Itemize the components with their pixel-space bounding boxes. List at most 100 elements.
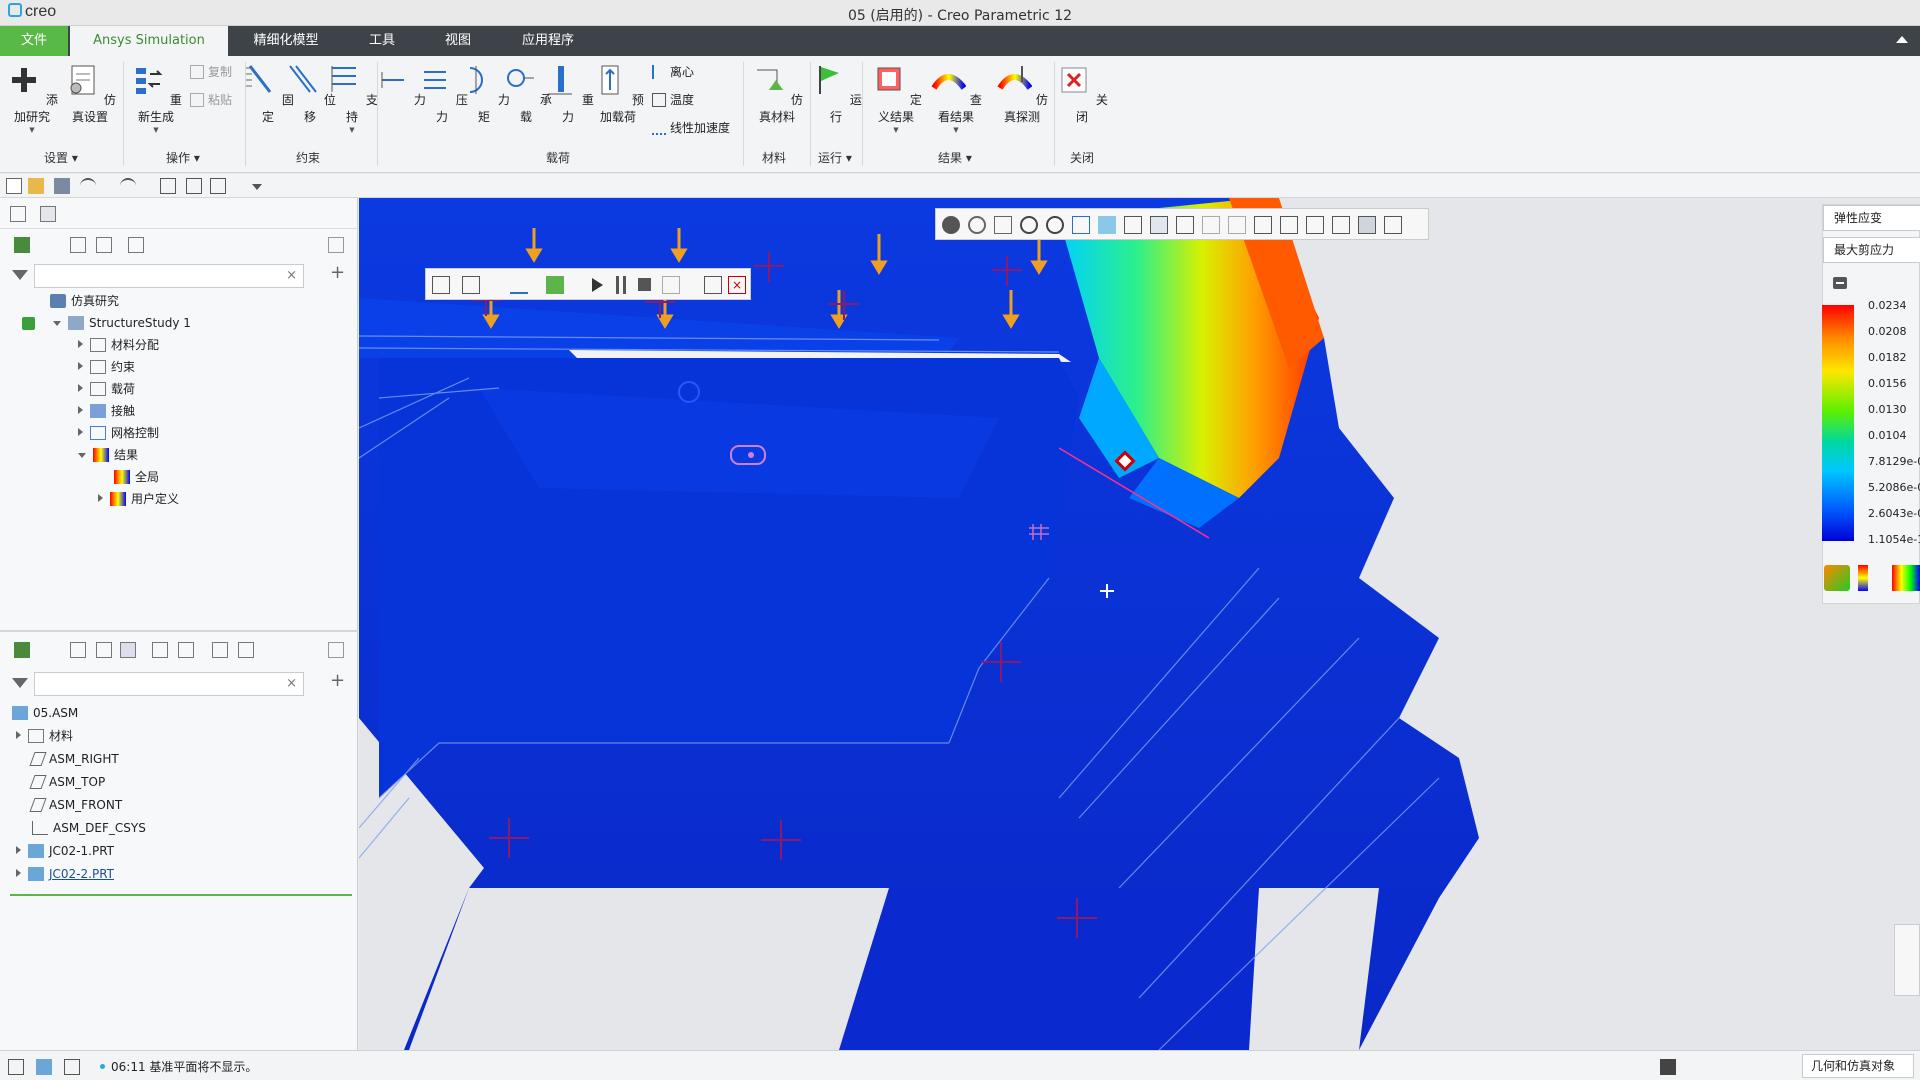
tree-result-user-defined[interactable]: 用户定义 <box>98 488 179 510</box>
tree-asm-top[interactable]: ASM_TOP <box>29 771 105 793</box>
settings-icon[interactable] <box>128 237 144 253</box>
datum-display-icon[interactable] <box>1280 216 1298 234</box>
collapse-icon[interactable] <box>96 237 112 253</box>
layers-icon[interactable] <box>212 642 228 658</box>
navigator-toggle-icon[interactable] <box>8 1059 24 1075</box>
group-label-result[interactable]: 结果 ▾ <box>938 149 972 166</box>
zoom-fit-icon[interactable] <box>994 216 1012 234</box>
define-result-button[interactable]: 定义结果 ▼ <box>866 62 926 134</box>
group-label-operation[interactable]: 操作 ▾ <box>166 149 200 166</box>
redo-icon[interactable] <box>120 178 136 194</box>
checkbox-checked-icon[interactable] <box>22 317 35 330</box>
contour-icon[interactable] <box>546 276 564 294</box>
warning-icon[interactable] <box>704 276 722 294</box>
legend-settings-icon[interactable] <box>1824 565 1850 591</box>
notes-icon[interactable] <box>328 642 344 658</box>
pane-splitter[interactable] <box>0 630 358 632</box>
save-icon[interactable] <box>54 178 70 194</box>
fullscreen-icon[interactable] <box>64 1059 80 1075</box>
spin-center-icon[interactable] <box>1098 216 1116 234</box>
regenerate-small-icon[interactable] <box>160 178 176 194</box>
collapse-icon[interactable] <box>96 642 112 658</box>
stop-icon[interactable] <box>638 278 651 291</box>
linear-accel-button[interactable]: 线性加速度 <box>652 118 730 138</box>
result-type-dropdown[interactable]: 弹性应变 <box>1823 205 1920 231</box>
tab-applications[interactable]: 应用程序 <box>506 26 590 56</box>
clear-icon[interactable]: × <box>286 676 297 691</box>
pause-icon[interactable] <box>616 276 626 294</box>
tree-constraints[interactable]: 约束 <box>78 356 135 378</box>
new-file-icon[interactable] <box>6 178 22 194</box>
expand-icon[interactable] <box>70 642 86 658</box>
tree-asm-right[interactable]: ASM_RIGHT <box>29 748 119 770</box>
zoom-in-icon[interactable] <box>1020 216 1038 234</box>
tree-tab-icon[interactable] <box>10 206 26 222</box>
settings-icon[interactable] <box>178 642 194 658</box>
open-file-icon[interactable] <box>28 178 44 194</box>
add-study-button[interactable]: 添加研究 ▼ <box>4 62 60 134</box>
find-icon[interactable] <box>1660 1059 1676 1075</box>
tree-structure-study[interactable]: StructureStudy 1 <box>22 312 191 334</box>
customize-dropdown-icon[interactable] <box>252 184 262 190</box>
tree-result-global[interactable]: 全局 <box>114 466 159 488</box>
scale-icon[interactable] <box>462 276 480 294</box>
view-result-button[interactable]: 查看结果 ▼ <box>926 62 986 134</box>
refit-icon[interactable] <box>968 216 986 234</box>
run-button[interactable]: 运行 <box>808 62 864 125</box>
repaint-icon[interactable] <box>1072 216 1090 234</box>
paste-button[interactable]: 粘贴 <box>190 90 232 110</box>
regenerate-button[interactable]: 重新生成 ▼ <box>128 62 184 134</box>
section-icon[interactable] <box>1202 216 1220 234</box>
group-label-setup[interactable]: 设置 ▾ <box>44 149 78 166</box>
tree-results[interactable]: 结果 <box>78 444 138 466</box>
selection-filter-dropdown[interactable]: 几何和仿真对象 <box>1802 1054 1914 1078</box>
copy-button[interactable]: 复制 <box>190 62 232 82</box>
legend-scale-icon[interactable] <box>1858 565 1868 591</box>
tree-mesh-control[interactable]: 网格控制 <box>78 422 159 444</box>
result-settings-icon[interactable] <box>432 276 450 294</box>
tree-materials[interactable]: 材料 <box>16 725 73 747</box>
tree-asm-def-csys[interactable]: ASM_DEF_CSYS <box>32 817 146 839</box>
tree-asm-root[interactable]: 05.ASM <box>12 702 78 724</box>
tree-jc02-2[interactable]: JC02-2.PRT <box>16 863 114 885</box>
graphics-viewport[interactable] <box>359 198 1920 1050</box>
eye-icon[interactable] <box>942 216 960 234</box>
group-label-run[interactable]: 运行 ▾ <box>818 149 852 166</box>
view-orientation-icon[interactable] <box>1124 216 1142 234</box>
animation-settings-icon[interactable] <box>662 276 680 294</box>
tree-loads[interactable]: 载荷 <box>78 378 135 400</box>
show-icon[interactable] <box>14 642 30 658</box>
tree-sim-study-root[interactable]: 仿真研究 <box>50 290 119 312</box>
notes-icon[interactable] <box>328 237 344 253</box>
csys-display-icon[interactable] <box>1306 216 1324 234</box>
play-icon[interactable] <box>592 278 603 292</box>
tab-tools[interactable]: 工具 <box>352 26 412 56</box>
result-component-dropdown[interactable]: 最大剪应力 <box>1823 237 1920 263</box>
tree-asm-front[interactable]: ASM_FRONT <box>29 794 122 816</box>
perspective-icon[interactable] <box>1228 216 1246 234</box>
tab-view[interactable]: 视图 <box>428 26 488 56</box>
display-style-icon[interactable] <box>1176 216 1194 234</box>
tree-columns-icon[interactable] <box>120 642 136 658</box>
folder-tab-icon[interactable] <box>40 206 56 222</box>
show-icon[interactable] <box>14 237 30 253</box>
side-panel-handle[interactable] <box>1894 924 1920 996</box>
add-filter-icon[interactable]: + <box>330 670 345 691</box>
clear-icon[interactable]: × <box>286 268 297 283</box>
tab-file[interactable]: 文件 <box>0 26 68 56</box>
annotation-icon[interactable] <box>1254 216 1272 234</box>
sim-material-button[interactable]: 仿真材料 <box>748 62 806 125</box>
windows-icon[interactable] <box>186 178 202 194</box>
add-filter-icon[interactable]: + <box>330 262 345 283</box>
tree-jc02-1[interactable]: JC02-1.PRT <box>16 840 114 862</box>
tab-ansys-simulation[interactable]: Ansys Simulation <box>70 26 228 56</box>
sim-probe-button[interactable]: 仿真探测 <box>992 62 1052 125</box>
close-toolbar-icon[interactable]: × <box>728 276 746 294</box>
zoom-out-icon[interactable] <box>1046 216 1064 234</box>
temperature-button[interactable]: 温度 <box>652 90 694 110</box>
close-button[interactable]: 关闭 <box>1054 62 1110 125</box>
undo-icon[interactable] <box>80 178 96 194</box>
structure-icon[interactable] <box>238 642 254 658</box>
sim-setup-button[interactable]: 仿真设置 <box>62 62 118 125</box>
preload-button[interactable]: 预加载荷 <box>588 62 648 125</box>
